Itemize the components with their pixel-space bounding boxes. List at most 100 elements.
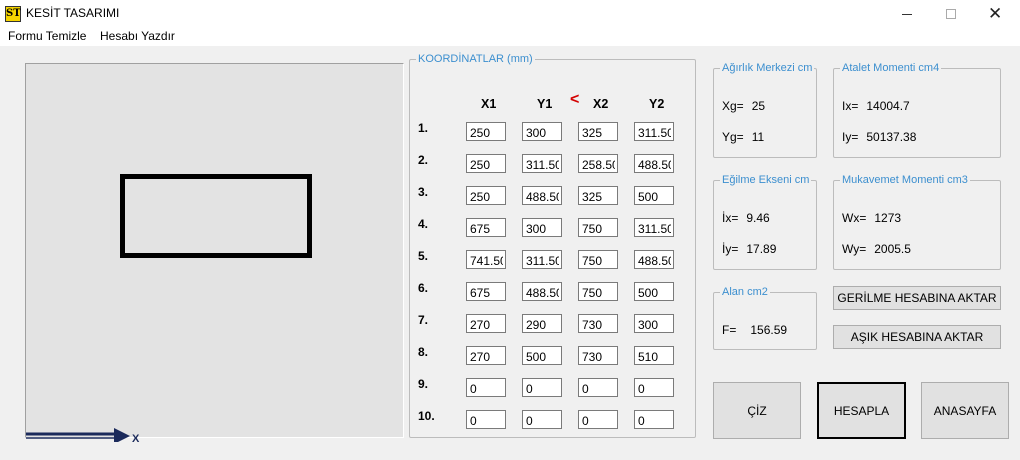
coord-input-y2[interactable] [634, 410, 674, 429]
coord-input-y2[interactable] [634, 250, 674, 269]
coord-input-y1[interactable] [522, 250, 562, 269]
coord-input-x2[interactable] [578, 314, 618, 333]
iy-value: 50137.38 [866, 130, 917, 144]
row-label: 1. [418, 121, 429, 135]
wx-line: Wx= 1273 [842, 211, 901, 225]
coord-input-y1[interactable] [522, 282, 562, 301]
coord-input-x1[interactable] [466, 346, 506, 365]
title-bar: ST KESİT TASARIMI ✕ [0, 0, 1020, 28]
xg-label: Xg= [722, 99, 744, 113]
bending-ix-value: 9.46 [746, 211, 770, 225]
bending-ix-line: İx= 9.46 [722, 211, 770, 225]
row-label: 3. [418, 185, 429, 199]
wy-label: Wy= [842, 242, 867, 256]
centroid-group: Ağırlık Merkezi cm Xg= 25 Yg= 11 [713, 62, 817, 158]
coord-input-x1[interactable] [466, 282, 506, 301]
coord-input-x1[interactable] [466, 314, 506, 333]
ix-line: Ix= 14004.7 [842, 99, 910, 113]
bending-ix-label: İx= [722, 211, 739, 225]
coord-input-y2[interactable] [634, 154, 674, 173]
coord-input-y1[interactable] [522, 186, 562, 205]
coord-input-y1[interactable] [522, 154, 562, 173]
ix-label: Ix= [842, 99, 859, 113]
maximize-button[interactable] [928, 0, 974, 28]
coord-input-y1[interactable] [522, 122, 562, 141]
section-modulus-legend: Mukavemet Momenti cm3 [842, 174, 968, 186]
coord-input-x1[interactable] [466, 122, 506, 141]
wy-line: Wy= 2005.5 [842, 242, 911, 256]
area-line: F= 156.59 [722, 323, 787, 337]
yg-label: Yg= [722, 130, 744, 144]
coord-input-y1[interactable] [522, 378, 562, 397]
coord-input-x1[interactable] [466, 378, 506, 397]
row-label: 7. [418, 313, 429, 327]
xg-value: 25 [751, 99, 766, 113]
coord-input-y2[interactable] [634, 346, 674, 365]
coord-input-x2[interactable] [578, 154, 618, 173]
coord-input-x1[interactable] [466, 218, 506, 237]
coord-input-y1[interactable] [522, 218, 562, 237]
menu-print[interactable]: Hesabı Yazdır [100, 29, 175, 43]
coord-input-x2[interactable] [578, 218, 618, 237]
coordinates-group: KOORDİNATLAR (mm) X1 Y1 < X2 Y2 1. 2. 3. 4.… [409, 53, 696, 438]
section-flange-top-right [286, 174, 312, 179]
coord-input-x2[interactable] [578, 410, 618, 429]
coord-input-x2[interactable] [578, 282, 618, 301]
coord-input-x2[interactable] [578, 122, 618, 141]
close-icon: ✕ [988, 4, 1003, 24]
coord-input-y2[interactable] [634, 218, 674, 237]
x-axis-label: X [132, 433, 140, 442]
close-button[interactable]: ✕ [972, 0, 1018, 28]
wy-value: 2005.5 [874, 242, 911, 256]
bending-iy-line: İy= 17.89 [722, 242, 776, 256]
iy-line: Iy= 50137.38 [842, 130, 916, 144]
draw-button[interactable]: ÇİZ [713, 382, 801, 439]
area-label: F= [722, 323, 737, 337]
xg-line: Xg= 25 [722, 99, 765, 113]
coord-input-y1[interactable] [522, 410, 562, 429]
coord-input-x1[interactable] [466, 154, 506, 173]
coord-input-y2[interactable] [634, 122, 674, 141]
coord-input-y1[interactable] [522, 346, 562, 365]
coord-input-y2[interactable] [634, 314, 674, 333]
coord-input-y2[interactable] [634, 282, 674, 301]
area-value: 156.59 [750, 323, 788, 337]
yg-value: 11 [751, 130, 765, 144]
bending-iy-value: 17.89 [746, 242, 777, 256]
x-axis [26, 428, 130, 442]
coord-input-x2[interactable] [578, 378, 618, 397]
row-label: 2. [418, 153, 429, 167]
ix-value: 14004.7 [866, 99, 910, 113]
coord-input-y2[interactable] [634, 186, 674, 205]
calculate-button[interactable]: HESAPLA [817, 382, 906, 439]
coord-input-y1[interactable] [522, 314, 562, 333]
coordinate-axes: Y X [26, 428, 140, 442]
transfer-to-tension-button[interactable]: GERİLME HESABINA AKTAR [833, 286, 1001, 310]
coord-input-y2[interactable] [634, 378, 674, 397]
minimize-button[interactable] [884, 0, 930, 28]
section-flange-bottom-left [120, 253, 146, 258]
menu-bar: Formu Temizle Hesabı Yazdır [0, 28, 1020, 46]
row-label: 4. [418, 217, 429, 231]
bending-iy-label: İy= [722, 242, 739, 256]
window-title: KESİT TASARIMI [26, 6, 120, 20]
header-y1: Y1 [537, 97, 553, 111]
coord-input-x2[interactable] [578, 186, 618, 205]
coord-input-x1[interactable] [466, 186, 506, 205]
transfer-to-purlin-button[interactable]: AŞIK HESABINA AKTAR [833, 325, 1001, 349]
inertia-group: Atalet Momenti cm4 Ix= 14004.7 Iy= 50137.3… [833, 62, 1001, 158]
coord-input-x1[interactable] [466, 250, 506, 269]
app-icon: ST [5, 6, 21, 22]
coord-input-x2[interactable] [578, 250, 618, 269]
menu-clear-form[interactable]: Formu Temizle [8, 29, 86, 43]
coord-input-x1[interactable] [466, 410, 506, 429]
coord-input-x2[interactable] [578, 346, 618, 365]
selected-column-marker: < [570, 91, 580, 108]
wx-value: 1273 [874, 211, 902, 225]
row-label: 5. [418, 249, 429, 263]
drawing-canvas[interactable]: Y X [25, 63, 404, 442]
home-button[interactable]: ANASAYFA [921, 382, 1009, 439]
section-modulus-group: Mukavemet Momenti cm3 Wx= 1273 Wy= 2005.5 [833, 174, 1001, 270]
bending-axis-group: Eğilme Ekseni cm İx= 9.46 İy= 17.89 [713, 174, 817, 270]
yg-line: Yg= 11 [722, 130, 764, 144]
